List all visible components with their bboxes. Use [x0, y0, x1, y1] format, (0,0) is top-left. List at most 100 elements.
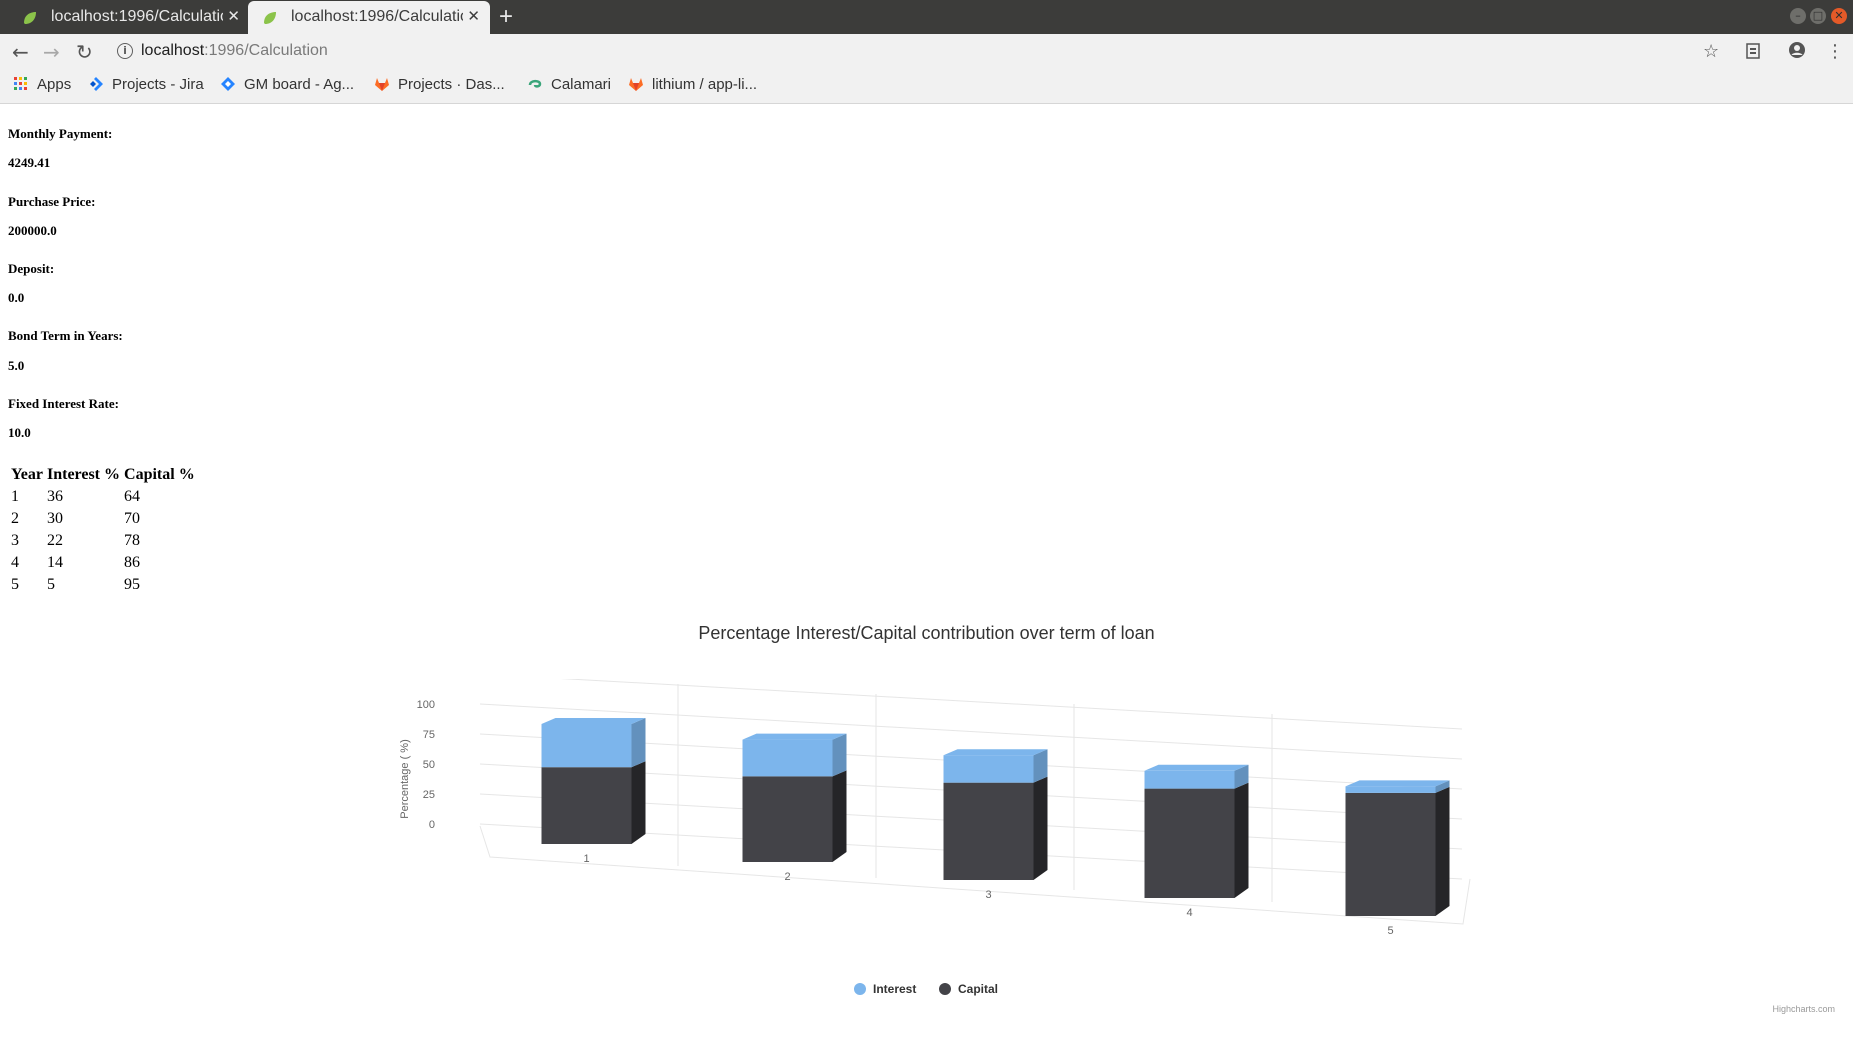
- bar-interest: [742, 739, 833, 777]
- capital-cell: 95: [124, 576, 141, 593]
- y-tick-label: 50: [423, 759, 435, 771]
- bookmark-projects-jira[interactable]: Projects - Jira: [88, 76, 204, 93]
- bar-capital: [541, 767, 632, 844]
- url-path: :1996/Calculation: [204, 42, 328, 59]
- bookmark-star-icon[interactable]: ☆: [1703, 41, 1719, 62]
- bookmark-label: Apps: [37, 76, 72, 93]
- browser-toolbar: ← → ↻ i localhost:1996/Calculation ☆ ⋮: [0, 34, 1853, 70]
- bar-interest-top: [742, 733, 847, 740]
- jira-icon: [90, 77, 103, 91]
- interest-cell: 36: [46, 488, 63, 505]
- monthly-payment-label: Monthly Payment:: [8, 126, 113, 141]
- bar-interest-side: [832, 733, 847, 777]
- new-tab-button[interactable]: +: [499, 3, 513, 31]
- table-row: 3 22 78: [10, 531, 196, 551]
- back-arrow-icon[interactable]: ←: [12, 40, 29, 64]
- bar-interest-top: [541, 718, 646, 724]
- bookmark-lithium[interactable]: lithium / app-li...: [628, 76, 757, 93]
- maximize-window-button[interactable]: □: [1810, 8, 1826, 24]
- purchase-price-label: Purchase Price:: [8, 194, 96, 209]
- highcharts-credits-link[interactable]: Highcharts.com: [1772, 1004, 1835, 1014]
- bar-capital-side: [631, 761, 646, 844]
- y-tick-label: 125: [417, 679, 435, 681]
- address-bar[interactable]: localhost:1996/Calculation: [141, 42, 328, 60]
- bar-interest-top: [1345, 780, 1450, 787]
- legend-capital-swatch-icon: [939, 983, 951, 995]
- table-row: 1 36 64: [10, 487, 196, 507]
- y-tick-label: 25: [423, 789, 435, 801]
- legend-label-capital: Capital: [958, 982, 999, 996]
- interest-rate-value: 10.0: [8, 425, 31, 440]
- bookmark-label: Projects · Das...: [398, 76, 505, 93]
- bar-interest-side: [631, 718, 646, 768]
- forward-arrow-icon[interactable]: →: [43, 40, 60, 64]
- bookmark-apps[interactable]: Apps: [13, 76, 71, 93]
- deposit-label: Deposit:: [8, 261, 55, 276]
- spring-leaf-icon: [264, 12, 276, 24]
- extension-icon[interactable]: [1746, 43, 1760, 59]
- bookmark-label: Projects - Jira: [112, 76, 204, 93]
- bookmark-label: Calamari: [551, 76, 612, 93]
- bar-capital: [742, 776, 833, 862]
- year-cell: 4: [11, 554, 19, 571]
- gitlab-icon: [629, 78, 643, 91]
- table-row: 4 14 86: [10, 553, 196, 573]
- x-tick-label: 1: [583, 853, 589, 865]
- interest-cell: 5: [46, 576, 55, 593]
- stacked-3d-bar-chart: 0 25 50 75 100 125 Percentage ( %) 1 2 3 4 5: [399, 679, 1471, 937]
- purchase-price-value: 200000.0: [8, 223, 57, 238]
- tab-title: localhost:1996/Calculation: [51, 8, 223, 25]
- y-tick-label: 100: [417, 699, 435, 711]
- y-axis-label: Percentage ( %): [399, 739, 411, 818]
- spring-leaf-icon: [24, 12, 36, 24]
- legend-item-interest[interactable]: Interest: [854, 982, 916, 996]
- page-content: Monthly Payment: 4249.41 Purchase Price:…: [0, 104, 1853, 1053]
- calamari-icon: [528, 79, 542, 88]
- bond-term-value: 5.0: [8, 358, 25, 373]
- minimize-window-button[interactable]: –: [1790, 8, 1806, 24]
- bar-capital-side: [1234, 782, 1249, 898]
- bar-capital-side: [1435, 786, 1450, 916]
- reload-icon[interactable]: ↻: [76, 40, 93, 64]
- profile-avatar-icon[interactable]: [1788, 41, 1806, 59]
- bar-interest: [943, 755, 1034, 783]
- site-info-icon[interactable]: i: [117, 43, 133, 59]
- column-header-interest: Interest %: [46, 466, 121, 483]
- year-cell: 2: [11, 510, 19, 527]
- y-tick-label: 75: [423, 729, 435, 741]
- browser-tab-1[interactable]: localhost:1996/Calculation ✕: [8, 1, 250, 34]
- year-cell: 3: [11, 532, 19, 549]
- bookmark-calamari[interactable]: Calamari: [527, 76, 611, 93]
- legend-item-capital[interactable]: Capital: [939, 982, 998, 996]
- bond-term-label: Bond Term in Years:: [8, 328, 123, 343]
- monthly-payment-value: 4249.41: [8, 155, 51, 170]
- jira-software-icon: [221, 77, 235, 91]
- x-tick-label: 4: [1186, 907, 1192, 919]
- bar-capital: [1144, 788, 1235, 898]
- deposit-value: 0.0: [8, 290, 25, 305]
- x-tick-label: 2: [784, 871, 790, 883]
- capital-cell: 64: [124, 488, 141, 505]
- browser-tab-2-active[interactable]: localhost:1996/Calculation ✕: [248, 1, 490, 34]
- capital-cell: 70: [124, 510, 141, 527]
- bookmark-label: GM board - Ag...: [244, 76, 355, 93]
- close-tab-icon[interactable]: ✕: [467, 7, 480, 25]
- bar-capital: [1345, 792, 1436, 916]
- browser-menu-icon[interactable]: ⋮: [1826, 41, 1844, 62]
- capital-cell: 78: [124, 532, 141, 549]
- year-cell: 1: [11, 488, 19, 505]
- column-header-year: Year: [11, 466, 43, 483]
- capital-cell: 86: [124, 554, 141, 571]
- close-tab-icon[interactable]: ✕: [227, 7, 240, 25]
- bar-interest: [541, 724, 632, 768]
- bookmark-gm-board[interactable]: GM board - Ag...: [220, 76, 354, 93]
- y-tick-label: 0: [429, 819, 435, 831]
- tab-strip: localhost:1996/Calculation ✕ localhost:1…: [0, 0, 1853, 34]
- interest-rate-label: Fixed Interest Rate:: [8, 396, 119, 411]
- gitlab-icon: [375, 78, 389, 91]
- interest-cell: 30: [46, 510, 63, 527]
- bookmark-projects-dashboard[interactable]: Projects · Das...: [374, 76, 505, 93]
- legend-interest-swatch-icon: [854, 983, 866, 995]
- bar-capital-side: [832, 770, 847, 862]
- close-window-button[interactable]: ✕: [1831, 8, 1847, 24]
